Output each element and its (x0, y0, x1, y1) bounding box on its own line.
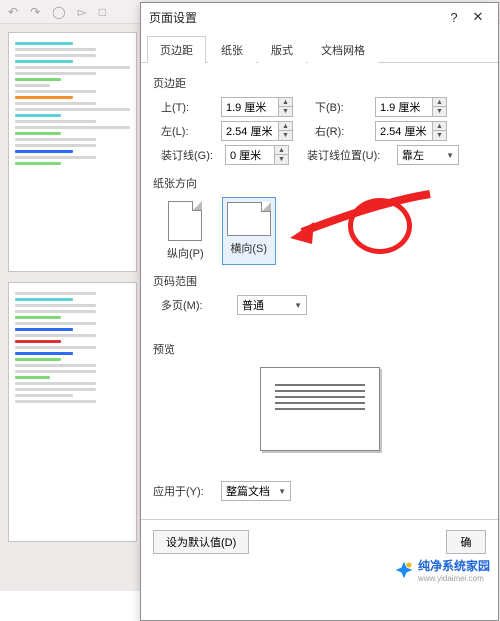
set-default-button[interactable]: 设为默认值(D) (153, 530, 249, 554)
section-preview: 预览 (153, 341, 486, 357)
dialog-tabs: 页边距 纸张 版式 文档网格 (141, 31, 498, 63)
label-right: 右(R): (315, 123, 369, 139)
section-margins: 页边距 (153, 75, 486, 91)
tab-margins[interactable]: 页边距 (147, 36, 206, 63)
tab-layout[interactable]: 版式 (258, 36, 306, 63)
input-gutter[interactable]: ▲▼ (225, 145, 289, 165)
page-thumb[interactable] (8, 32, 137, 272)
tab-grid[interactable]: 文档网格 (308, 36, 378, 63)
help-icon[interactable]: ? (442, 10, 466, 25)
dialog-title: 页面设置 (149, 9, 197, 26)
label-bottom: 下(B): (315, 99, 369, 115)
orientation-portrait[interactable]: 纵向(P) (163, 197, 208, 265)
label-left: 左(L): (161, 123, 215, 139)
watermark: 纯净系统家园 www.yidaimei.com (390, 555, 494, 585)
tab-paper[interactable]: 纸张 (208, 36, 256, 63)
select-multi[interactable]: 普通▼ (237, 295, 307, 315)
section-orientation: 纸张方向 (153, 175, 486, 191)
label-multi: 多页(M): (161, 297, 215, 313)
preview-thumbnail (260, 367, 380, 451)
select-apply[interactable]: 整篇文档▼ (221, 481, 291, 501)
section-pages: 页码范围 (153, 273, 486, 289)
redo-icon[interactable]: ↷ (30, 5, 40, 19)
select-gutter-pos[interactable]: 靠左▼ (397, 145, 459, 165)
cursor-icon[interactable]: ▻ (78, 5, 87, 19)
label-gutter-pos: 装订线位置(U): (307, 147, 391, 163)
input-right[interactable]: ▲▼ (375, 121, 447, 141)
page-setup-dialog: 页面设置 ? ✕ 页边距 纸张 版式 文档网格 页边距 上(T): ▲▼ 下(B… (140, 2, 499, 621)
page-thumb[interactable] (8, 282, 137, 542)
input-bottom[interactable]: ▲▼ (375, 97, 447, 117)
label-gutter: 装订线(G): (161, 147, 219, 163)
dialog-titlebar: 页面设置 ? ✕ (141, 3, 498, 31)
close-icon[interactable]: ✕ (466, 9, 490, 25)
watermark-domain: www.yidaimei.com (418, 574, 490, 583)
orientation-landscape[interactable]: 横向(S) (222, 197, 276, 265)
circle-icon[interactable]: ◯ (52, 5, 65, 19)
label-apply: 应用于(Y): (153, 483, 213, 499)
input-left[interactable]: ▲▼ (221, 121, 293, 141)
input-top[interactable]: ▲▼ (221, 97, 293, 117)
watermark-brand: 纯净系统家园 (418, 557, 490, 574)
watermark-logo-icon (394, 560, 414, 580)
ok-button[interactable]: 确 (446, 530, 486, 554)
thumbnail-panel (0, 24, 145, 591)
label-top: 上(T): (161, 99, 215, 115)
undo-icon[interactable]: ↶ (8, 5, 18, 19)
square-icon[interactable]: □ (99, 5, 106, 19)
